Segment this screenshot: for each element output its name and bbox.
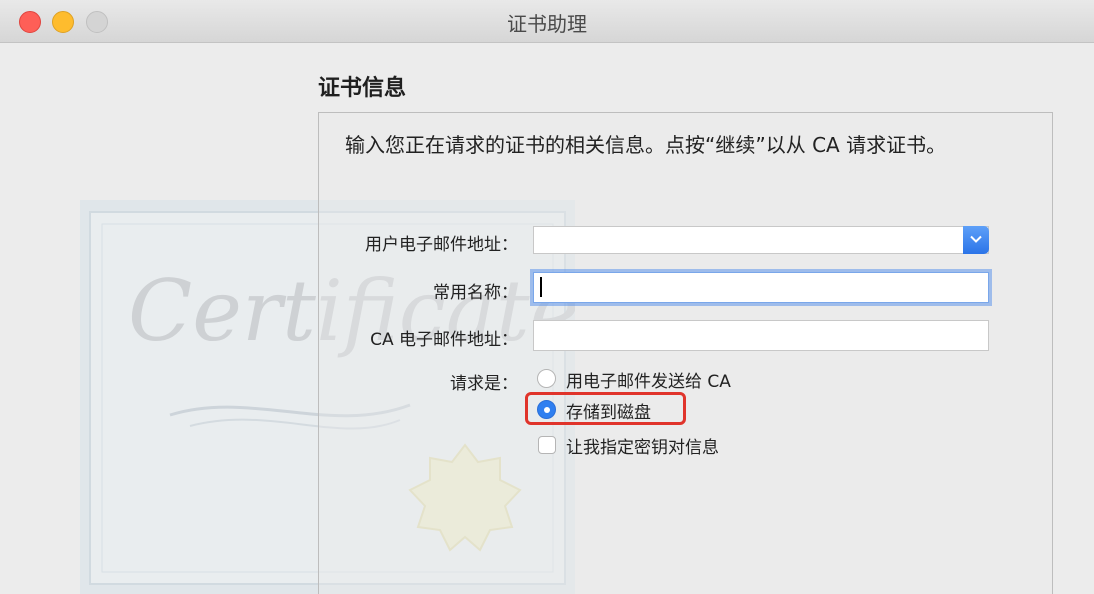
window-title: 证书助理 [507, 12, 587, 36]
certificate-assistant-window: 证书助理 Certificate 证书信息 输入您正在请求的证书的相关信息。点按… [0, 0, 1094, 594]
common-name-label: 常用名称： [433, 283, 518, 303]
user-email-label: 用户电子邮件地址： [365, 235, 518, 255]
email-to-ca-radio[interactable] [537, 369, 556, 388]
specify-key-pair-label[interactable]: 让我指定密钥对信息 [566, 433, 719, 458]
email-dropdown-button[interactable] [963, 226, 989, 254]
form-panel [318, 112, 1053, 594]
common-name-input[interactable] [533, 272, 989, 303]
ca-email-input[interactable] [533, 320, 989, 351]
specify-key-pair-checkbox[interactable] [538, 436, 556, 454]
text-caret [540, 277, 542, 297]
chevron-down-icon [970, 235, 982, 243]
email-to-ca-label[interactable]: 用电子邮件发送给 CA [566, 367, 731, 392]
section-heading: 证书信息 [318, 76, 407, 101]
title-bar: 证书助理 [0, 0, 1094, 43]
highlight-box [525, 392, 686, 425]
instructions-text: 输入您正在请求的证书的相关信息。点按“继续”以从 CA 请求证书。 [345, 133, 947, 157]
request-is-label: 请求是： [450, 374, 518, 394]
user-email-combobox[interactable] [533, 226, 989, 254]
ca-email-label: CA 电子邮件地址： [370, 330, 518, 350]
